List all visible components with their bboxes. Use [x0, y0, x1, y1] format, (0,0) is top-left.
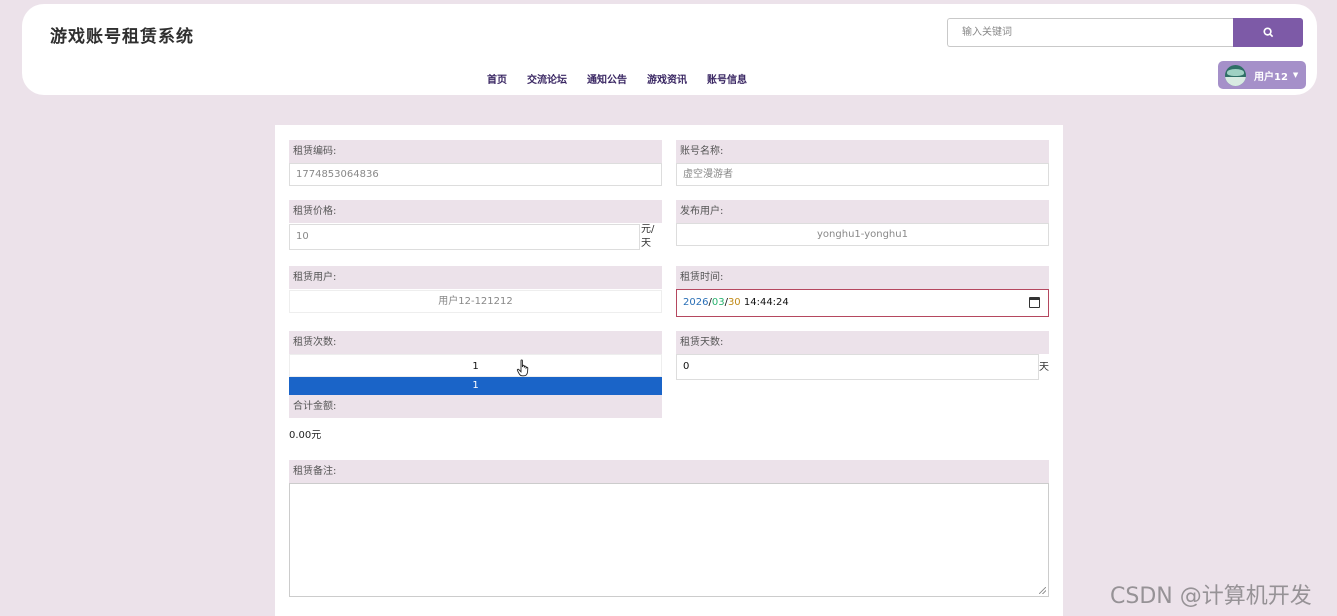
rental-code-label: 租赁编码: — [289, 140, 662, 163]
nav-home[interactable]: 首页 — [487, 71, 507, 86]
total-value: 0.00元 — [289, 430, 322, 441]
remark-label: 租赁备注: — [289, 460, 1049, 483]
publisher-field[interactable]: yonghu1-yonghu1 — [676, 223, 1049, 246]
nav-forum[interactable]: 交流论坛 — [527, 71, 567, 86]
rental-form-panel: 租赁编码: 1774853064836 账号名称: 虚空漫游者 租赁价格: 10… — [275, 125, 1063, 616]
search-icon — [1262, 27, 1273, 38]
rental-time-day: 30 — [727, 297, 741, 308]
calendar-icon[interactable] — [1029, 297, 1040, 308]
renter-field[interactable]: 用户12-121212 — [289, 290, 662, 313]
price-field[interactable]: 10 — [289, 224, 640, 250]
price-label: 租赁价格: — [289, 200, 662, 223]
chevron-down-icon: ▼ — [1292, 71, 1299, 79]
rental-time-clock: 14:44:24 — [743, 297, 789, 308]
watermark: CSDN @计算机开发 — [1110, 584, 1312, 609]
rental-time-field[interactable]: 2026/03/30 14:44:24 — [676, 289, 1049, 317]
avatar — [1225, 64, 1246, 86]
rental-days-field[interactable]: 0 — [676, 354, 1039, 380]
main-nav: 首页 交流论坛 通知公告 游戏资讯 账号信息 — [487, 71, 747, 86]
remark-textarea[interactable] — [289, 483, 1049, 597]
user-menu[interactable]: 用户12 ▼ — [1218, 61, 1306, 89]
rental-days-unit: 天 — [1039, 362, 1049, 373]
site-title: 游戏账号租赁系统 — [50, 27, 194, 47]
total-label: 合计金额: — [289, 395, 662, 418]
resize-grip-icon[interactable] — [1039, 587, 1046, 594]
nav-account-info[interactable]: 账号信息 — [707, 71, 747, 86]
top-header: 游戏账号租赁系统 首页 交流论坛 通知公告 游戏资讯 账号信息 用户12 ▼ — [22, 4, 1317, 95]
rental-time-year: 2026 — [683, 297, 709, 308]
account-name-label: 账号名称: — [676, 140, 1049, 163]
rental-count-label: 租赁次数: — [289, 331, 662, 354]
rental-count-option[interactable]: 1 — [289, 377, 662, 395]
rental-count-select[interactable]: 1 — [289, 354, 662, 377]
rental-time-month: 03 — [711, 297, 725, 308]
user-name: 用户12 — [1254, 71, 1288, 83]
hand-cursor-icon — [516, 359, 529, 377]
account-name-field[interactable]: 虚空漫游者 — [676, 163, 1049, 186]
rental-days-label: 租赁天数: — [676, 331, 1049, 354]
renter-label: 租赁用户: — [289, 266, 662, 289]
rental-code-field[interactable]: 1774853064836 — [289, 163, 662, 186]
search-button[interactable] — [1233, 18, 1303, 47]
price-unit: 元/天 — [641, 224, 655, 249]
publisher-label: 发布用户: — [676, 200, 1049, 223]
rental-time-label: 租赁时间: — [676, 266, 1049, 289]
nav-game-news[interactable]: 游戏资讯 — [647, 71, 687, 86]
nav-notice[interactable]: 通知公告 — [587, 71, 627, 86]
search-input[interactable] — [947, 18, 1233, 47]
